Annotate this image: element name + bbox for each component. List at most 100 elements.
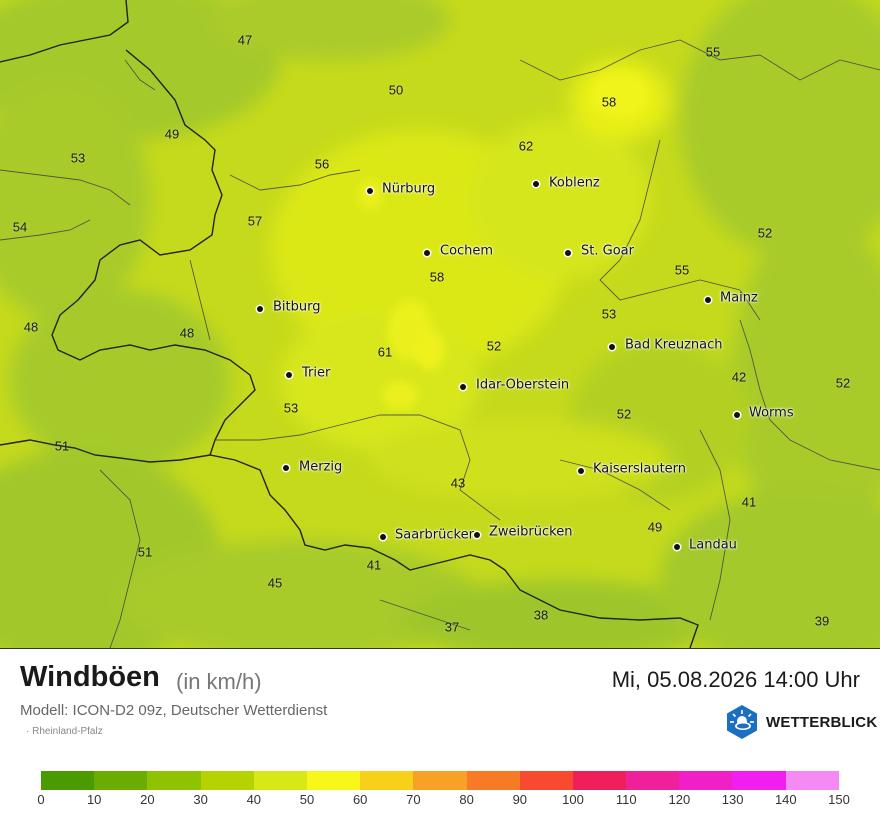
- city-marker[interactable]: [578, 468, 584, 474]
- region-value: 48: [179, 325, 195, 341]
- city-marker[interactable]: [380, 534, 386, 540]
- region-value: 56: [314, 156, 330, 172]
- scale-swatch: [253, 771, 307, 790]
- region-label: · Rheinland-Pfalz: [26, 726, 103, 737]
- city-label[interactable]: Koblenz: [549, 176, 600, 191]
- scale-swatch: [41, 771, 95, 790]
- city-label[interactable]: Idar-Oberstein: [476, 378, 569, 393]
- scale-tick-label: 70: [406, 792, 421, 807]
- city-label[interactable]: Merzig: [299, 460, 342, 475]
- scale-swatch: [147, 771, 201, 790]
- city-label[interactable]: Landau: [689, 538, 737, 553]
- city-marker[interactable]: [460, 384, 466, 390]
- scale-swatch: [785, 771, 839, 790]
- scale-swatch: [732, 771, 786, 790]
- scale-tick-label: 110: [615, 792, 637, 807]
- region-value: 49: [647, 519, 663, 535]
- city-label[interactable]: Trier: [302, 366, 330, 381]
- scale-swatch: [94, 771, 148, 790]
- region-value: 51: [137, 544, 153, 560]
- scale-tick-label: 90: [512, 792, 528, 807]
- region-value: 45: [267, 575, 283, 591]
- scale-tick-label: 100: [562, 792, 584, 807]
- region-value: 62: [518, 138, 534, 154]
- region-value: 53: [601, 306, 617, 322]
- region-value: 57: [247, 213, 263, 229]
- region-value: 43: [450, 475, 466, 491]
- scale-tick-label: 40: [246, 792, 262, 807]
- city-label[interactable]: Cochem: [440, 244, 493, 259]
- scale-tick-label: 60: [352, 792, 368, 807]
- unit-label: (in km/h): [176, 669, 262, 694]
- region-value: 42: [731, 369, 747, 385]
- region-value: 39: [814, 613, 830, 629]
- city-label[interactable]: St. Goar: [581, 244, 634, 259]
- forecast-datetime: Mi, 05.08.2026 14:00 Uhr: [611, 667, 860, 692]
- region-value: 41: [741, 494, 757, 510]
- city-marker[interactable]: [533, 181, 539, 187]
- city-label[interactable]: Zweibrücken: [489, 525, 572, 540]
- scale-swatch: [306, 771, 361, 790]
- city-marker[interactable]: [474, 532, 480, 538]
- city-label[interactable]: Worms: [749, 406, 794, 421]
- city-label[interactable]: Mainz: [720, 291, 758, 306]
- city-marker[interactable]: [734, 412, 740, 418]
- city-label[interactable]: Saarbrücken: [395, 528, 477, 543]
- region-value: 49: [164, 126, 180, 142]
- scale-tick-label: 30: [193, 792, 208, 807]
- region-value: 52: [835, 375, 851, 391]
- region-value: 52: [616, 406, 632, 422]
- scale-swatch: [360, 771, 414, 790]
- scale-tick-label: 80: [459, 792, 474, 807]
- city-marker[interactable]: [674, 544, 680, 550]
- region-value: 51: [54, 438, 70, 454]
- weather-map[interactable]: 47 55 50 58 49 62 53 56 57 54 52 58 55 4…: [0, 0, 880, 648]
- city-label[interactable]: Bad Kreuznach: [625, 338, 723, 353]
- region-value: 52: [757, 225, 773, 241]
- city-label[interactable]: Bitburg: [273, 300, 321, 315]
- map-title: Windböen: [20, 661, 160, 693]
- city-marker[interactable]: [286, 372, 292, 378]
- region-value: 41: [366, 557, 382, 573]
- region-value: 53: [70, 150, 86, 166]
- scale-swatch: [413, 771, 467, 790]
- city-label[interactable]: Kaiserslautern: [593, 462, 686, 477]
- scale-swatch: [626, 771, 680, 790]
- region-value: 50: [388, 82, 404, 98]
- region-value: 48: [23, 319, 39, 335]
- city-marker[interactable]: [283, 465, 289, 471]
- region-value: 53: [283, 400, 299, 416]
- region-value: 38: [533, 607, 549, 623]
- scale-tick-label: 20: [140, 792, 155, 807]
- region-value: 55: [705, 44, 721, 60]
- scale-tick-label: 150: [828, 792, 850, 807]
- wind-gust-field: [0, 0, 880, 648]
- scale-swatch: [466, 771, 520, 790]
- brand-logo[interactable]: WETTERBLICK: [724, 704, 877, 740]
- scale-tick-label: 140: [774, 792, 797, 807]
- legend-footer: Windböen (in km/h) Mi, 05.08.2026 14:00 …: [0, 648, 880, 831]
- scale-swatch: [519, 771, 573, 790]
- scale-tick-label: 120: [668, 792, 691, 807]
- region-value: 58: [429, 269, 445, 285]
- region-value: 52: [486, 338, 502, 354]
- region-value: 54: [12, 219, 28, 235]
- city-label[interactable]: Nürburg: [382, 182, 435, 197]
- city-marker[interactable]: [705, 297, 711, 303]
- scale-tick-label: 10: [86, 792, 102, 807]
- scale-swatch: [200, 771, 254, 790]
- region-value: 47: [237, 32, 253, 48]
- city-marker[interactable]: [424, 250, 430, 256]
- region-value: 37: [444, 619, 460, 635]
- city-marker[interactable]: [565, 250, 571, 256]
- city-marker[interactable]: [367, 188, 373, 194]
- region-value: 61: [377, 344, 393, 360]
- city-marker[interactable]: [609, 344, 615, 350]
- city-marker[interactable]: [257, 306, 263, 312]
- region-value: 58: [601, 94, 617, 110]
- scale-tick-label: 50: [299, 792, 315, 807]
- scale-tick-label: 130: [721, 792, 744, 807]
- sun-cloud-logo-icon: [727, 705, 757, 739]
- scale-swatch: [679, 771, 733, 790]
- region-value: 55: [674, 262, 690, 278]
